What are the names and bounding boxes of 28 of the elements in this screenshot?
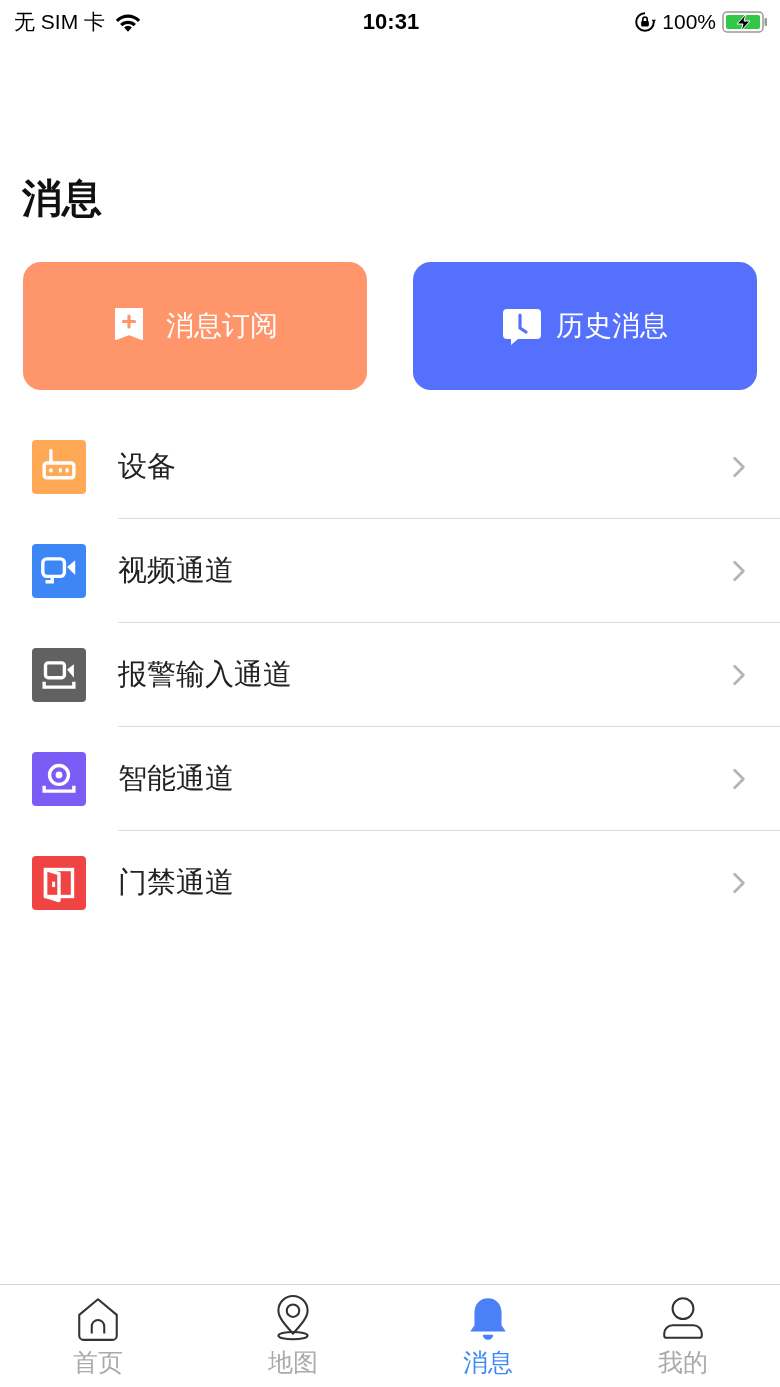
chevron-right-icon [732, 559, 746, 582]
tab-item[interactable]: 首页 [0, 1285, 195, 1387]
carrier-label: 无 SIM 卡 [14, 9, 105, 35]
list-item[interactable]: 设备 [0, 415, 780, 519]
tab-item[interactable]: 地图 [195, 1285, 390, 1387]
item-label: 智能通道 [118, 759, 234, 797]
subscribe-button[interactable]: 消息订阅 [23, 262, 367, 390]
list-item[interactable]: 报警输入通道 [0, 623, 780, 727]
chevron-right-icon [732, 663, 746, 686]
list-item[interactable]: 视频通道 [0, 519, 780, 623]
chevron-right-icon [732, 455, 746, 478]
item-label: 视频通道 [118, 551, 234, 589]
chevron-right-icon [732, 872, 746, 894]
item-label: 门禁通道 [118, 864, 234, 901]
battery-percent: 100% [662, 10, 716, 34]
clock-chat-icon [502, 306, 542, 346]
item-label: 报警输入通道 [118, 655, 292, 693]
chevron-right-icon [732, 767, 746, 790]
rotation-lock-icon [634, 11, 657, 33]
page-title: 消息 [22, 174, 103, 223]
list-item[interactable]: 门禁通道 [0, 831, 780, 935]
tab-item[interactable]: 消息 [390, 1285, 585, 1387]
history-button[interactable]: 历史消息 [413, 262, 757, 390]
battery-charging-icon [722, 11, 768, 33]
tab-item[interactable]: 我的 [585, 1285, 780, 1387]
clock-time: 10:31 [362, 9, 420, 35]
item-label: 设备 [118, 447, 176, 485]
list-item[interactable]: 智能通道 [0, 727, 780, 831]
